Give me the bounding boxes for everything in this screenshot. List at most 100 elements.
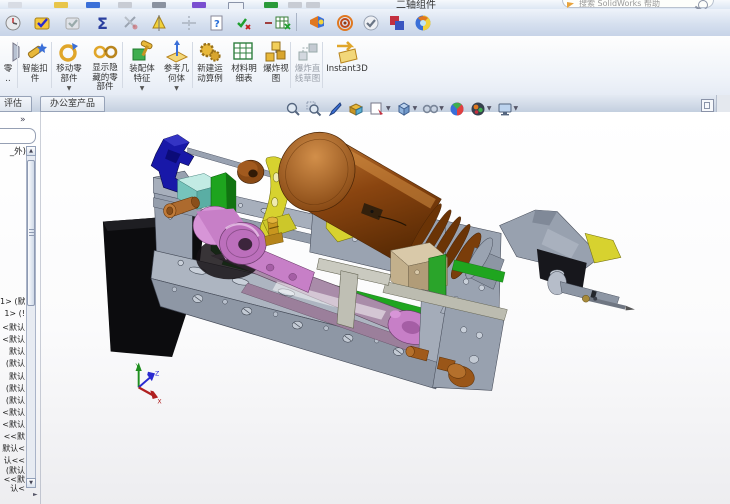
ribbon-button-explode-line-sketch[interactable]: 爆炸直 线草图	[291, 38, 324, 92]
titlebar-icon[interactable]	[118, 2, 132, 8]
titlebar-icon[interactable]	[86, 2, 100, 8]
headsup-hide-show-items[interactable]: ▼	[421, 100, 445, 117]
ribbon-separator	[51, 42, 52, 88]
toolbar-icon-design-table[interactable]	[272, 12, 294, 33]
headsup-section-view[interactable]	[347, 100, 365, 117]
toolbar-icon-measure-disabled[interactable]	[120, 12, 142, 33]
tree-item-fragment[interactable]: <默认	[0, 419, 25, 430]
scrollbar-down-arrow[interactable]: ▼	[26, 478, 36, 488]
ribbon-button-show-hidden-components[interactable]: 显示隐 藏的零 部件	[86, 38, 124, 92]
solidworks-window: 二轴组件 搜索 SolidWorks 帮助 Σ? 零.. 智能扣件移动零 部件 ▼ 显示…	[0, 0, 730, 504]
toolbar-icon-schedule[interactable]	[2, 12, 24, 33]
tree-root-item[interactable]: _外)	[0, 145, 26, 157]
command-manager: 零.. 智能扣件移动零 部件 ▼ 显示隐 藏的零 部件 装配体 特征 ▼ 参考几 何体 ▼ 新建运 动算例材…	[0, 36, 730, 96]
titlebar-icon[interactable]	[152, 2, 166, 8]
toolbar-icon-design-checker[interactable]	[32, 12, 54, 33]
scrollbar-up-arrow[interactable]: ▲	[26, 146, 36, 156]
ribbon-button-reference-geometry[interactable]: 参考几 何体 ▼	[160, 38, 193, 92]
svg-text:?: ?	[214, 19, 220, 30]
tree-item-fragment[interactable]: (默认	[0, 395, 25, 406]
dropdown-arrow-icon[interactable]: ▼	[439, 105, 444, 112]
feature-manager-panel: » _外) 1> (默 1> (! <默认 <默认 默认 (默认 默认 (默认 (默认 <默认 <默…	[0, 112, 42, 504]
toolbar-icon-check-disabled[interactable]	[62, 12, 84, 33]
headsup-zoom-fit[interactable]	[284, 100, 302, 117]
ribbon-button-bill-of-materials[interactable]: 材料明 细表	[227, 38, 261, 92]
tree-item-fragment[interactable]: (默认	[0, 383, 25, 394]
tree-item-fragment[interactable]: <默认	[0, 322, 25, 333]
ribbon-button-smart-fasteners[interactable]: 智能扣件	[18, 38, 52, 92]
ribbon-button-new-motion-study[interactable]: 新建运 动算例	[193, 38, 227, 92]
headsup-previous-view[interactable]	[326, 100, 344, 117]
tree-item-fragment[interactable]: 默认<	[0, 443, 25, 454]
toolbar-icon-check-document[interactable]	[234, 12, 256, 33]
ribbon-button-label: 爆炸视图	[263, 64, 289, 84]
headsup-view-settings[interactable]: ▼	[496, 100, 520, 117]
tree-filter-box[interactable]	[0, 128, 36, 144]
ribbon-button-label: 装配体 特征	[129, 64, 155, 84]
toolbar-icon-section-properties-disabled[interactable]	[178, 12, 200, 33]
tree-item-fragment[interactable]: <默认	[0, 407, 25, 418]
ribbon-separator	[322, 42, 323, 88]
headsup-zoom-area[interactable]	[305, 100, 323, 117]
panel-resize-arrow[interactable]: ►	[33, 491, 38, 498]
ribbon-separator	[192, 42, 193, 88]
toolbar-icon-render-region[interactable]	[334, 12, 356, 33]
panel-collapse-chevron[interactable]: »	[20, 115, 26, 125]
model-spindle[interactable]	[547, 269, 635, 311]
titlebar-icon[interactable]	[8, 2, 22, 8]
tree-item-fragment[interactable]: 1> (默	[0, 296, 25, 307]
ribbon-button-instant3d[interactable]: Instant3D	[324, 38, 370, 92]
dropdown-arrow-icon[interactable]: ▼	[386, 105, 391, 112]
exploded-view-icon	[263, 38, 289, 65]
headsup-apply-scene[interactable]: ▼	[469, 100, 493, 117]
tree-item-fragment[interactable]: 默认	[0, 371, 25, 382]
tools-toolbar: Σ?	[0, 9, 730, 37]
headsup-view-orientation[interactable]: ▼	[368, 100, 392, 117]
dropdown-arrow-icon[interactable]: ▼	[487, 105, 492, 112]
titlebar-icon[interactable]	[54, 2, 68, 8]
toolbar-icon-compare-documents[interactable]	[386, 12, 408, 33]
titlebar-icon[interactable]	[306, 2, 320, 8]
dropdown-arrow-icon[interactable]: ▼	[67, 85, 72, 92]
toolbar-icon-animation-preview[interactable]	[306, 12, 328, 33]
toolbar-icon-review-check[interactable]	[360, 12, 382, 33]
toolbar-icon-mass-properties[interactable]	[148, 12, 170, 33]
dropdown-arrow-icon[interactable]: ▼	[413, 105, 418, 112]
tree-scrollbar[interactable]	[26, 156, 36, 478]
ribbon-button-assembly-features[interactable]: 装配体 特征 ▼	[124, 38, 160, 92]
model-brown-hub[interactable]	[237, 159, 265, 184]
dropdown-arrow-icon[interactable]: ▼	[514, 105, 519, 112]
tab-evaluate[interactable]: 评估	[0, 96, 33, 112]
panel-edge[interactable]	[40, 112, 41, 504]
ribbon-separator	[290, 42, 291, 88]
graphics-viewport[interactable]: Y Z X	[0, 112, 730, 504]
tree-item-fragment[interactable]: 1> (!	[0, 309, 25, 318]
toolbar-icon-photoview-360[interactable]	[412, 12, 434, 33]
assembly-model[interactable]: Y Z X	[0, 112, 730, 504]
dropdown-arrow-icon[interactable]: ▼	[140, 85, 145, 92]
titlebar-icon[interactable]	[288, 2, 302, 8]
toolbar-icon-equations[interactable]: Σ	[92, 12, 114, 33]
tree-item-fragment[interactable]: <<默	[0, 431, 25, 442]
ribbon-button-insert-component[interactable]: 零..	[0, 38, 20, 92]
titlebar-icon[interactable]	[264, 2, 278, 8]
scrollbar-thumb[interactable]	[27, 160, 35, 306]
tree-item-fragment[interactable]: <默认	[0, 334, 25, 345]
titlebar-icon[interactable]	[192, 2, 206, 8]
ribbon-button-exploded-view[interactable]: 爆炸视图	[261, 38, 291, 92]
headsup-display-style[interactable]: ▼	[395, 100, 419, 117]
new-motion-study-icon	[197, 38, 223, 65]
toolbar-icon-assemblyxpert[interactable]: ?	[206, 12, 228, 33]
dropdown-arrow-icon[interactable]: ▼	[174, 85, 179, 92]
tree-item-fragment[interactable]: 认<	[0, 483, 25, 494]
search-input[interactable]: 搜索 SolidWorks 帮助	[562, 0, 714, 10]
tab-office-products[interactable]: 办公室产品	[40, 96, 106, 112]
headsup-edit-appearance[interactable]	[448, 100, 466, 117]
ribbon-button-label: 新建运 动算例	[197, 64, 223, 84]
ribbon-button-move-component[interactable]: 移动零 部件 ▼	[52, 38, 86, 92]
tree-item-fragment[interactable]: 默认	[0, 346, 25, 357]
ribbon-button-label: 移动零 部件	[56, 64, 82, 84]
triad-y-label: Y	[135, 363, 140, 370]
task-pane-icon[interactable]	[701, 99, 714, 112]
tree-item-fragment[interactable]: (默认	[0, 358, 25, 369]
